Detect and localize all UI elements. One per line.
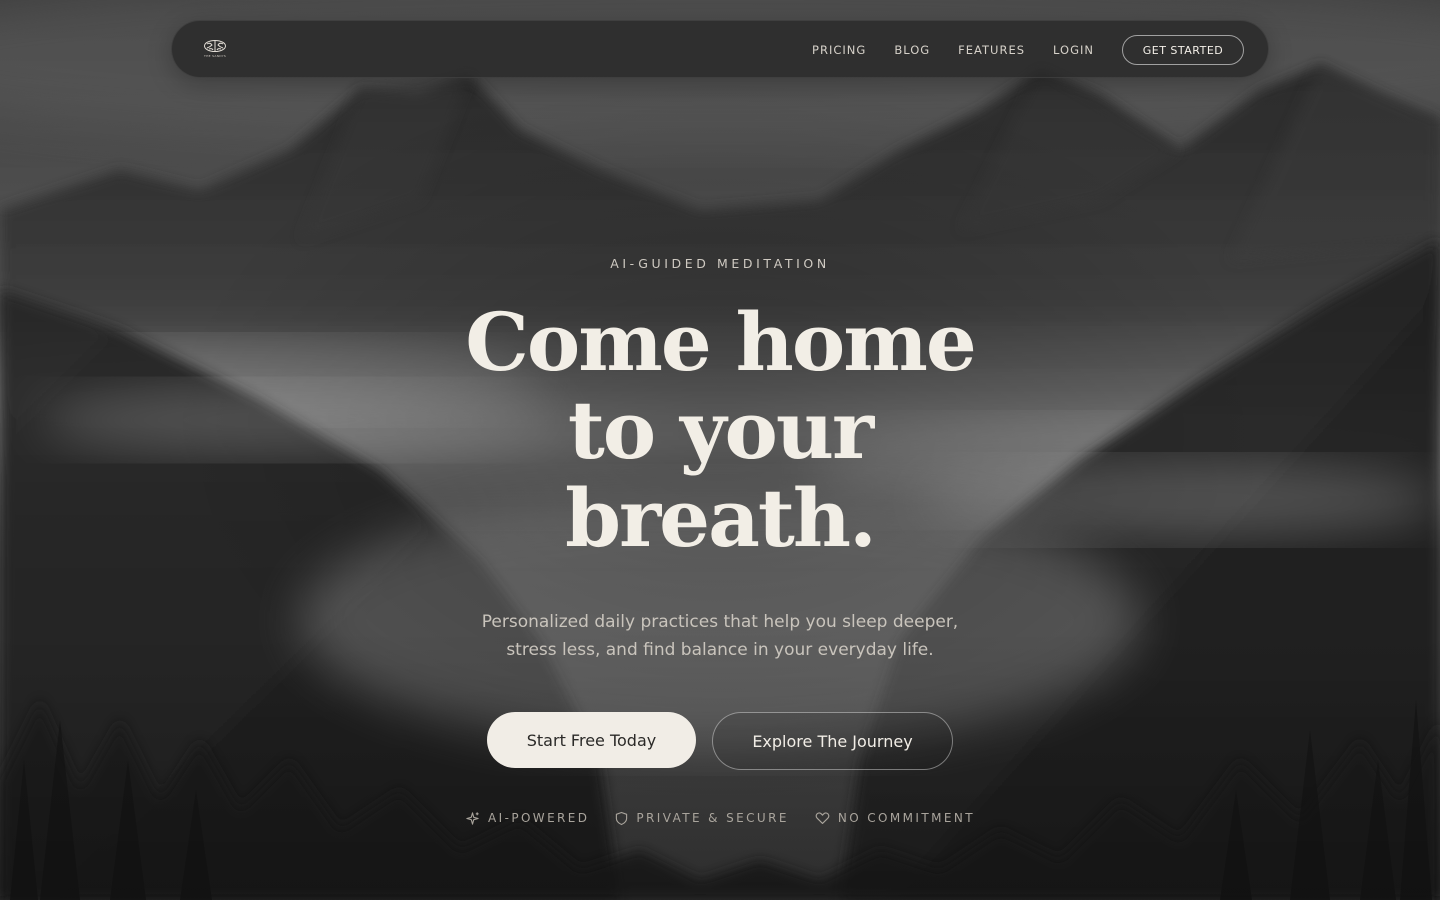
hero-eyebrow: AI-GUIDED MEDITATION [610,256,830,271]
feature-no-commitment: NO COMMITMENT [815,811,975,825]
brain-icon [204,40,226,52]
hero-headline: Come home to your breath. [420,298,1020,562]
nav-link-pricing[interactable]: PRICING [812,43,866,57]
nav-link-login[interactable]: LOGIN [1053,43,1094,57]
subtitle-line: stress less, and find balance in your ev… [506,640,934,660]
feature-private-secure: PRIVATE & SECURE [615,811,788,826]
feature-label: AI-POWERED [488,811,590,825]
heart-icon [815,812,830,824]
feature-ai-powered: AI-POWERED [465,811,589,826]
feature-badges: AI-POWERED PRIVATE & SECURE NO COMMITMEN… [0,808,1440,828]
subtitle-line: Personalized daily practices that help y… [481,612,959,632]
headline-line: Come home [465,295,977,389]
headline-line: breath. [565,471,877,565]
nav-links: PRICING BLOG FEATURES LOGIN [812,21,1094,79]
feature-label: NO COMMITMENT [837,811,975,825]
explore-journey-button[interactable]: Explore The Journey [712,712,953,770]
feature-label: PRIVATE & SECURE [636,811,789,825]
start-free-button[interactable]: Start Free Today [487,712,696,768]
brand-name: THE SANDYS [203,54,227,58]
sparkle-icon [466,811,479,825]
shield-icon [616,811,628,825]
hero-subtitle: Personalized daily practices that help y… [420,608,1020,664]
top-navbar: THE SANDYS PRICING BLOG FEATURES LOGIN G… [171,20,1269,78]
brand-logo[interactable]: THE SANDYS [202,39,228,61]
get-started-button[interactable]: GET STARTED [1122,35,1244,65]
nav-link-blog[interactable]: BLOG [894,43,930,57]
headline-line: to your [567,383,874,477]
nav-link-features[interactable]: FEATURES [958,43,1025,57]
